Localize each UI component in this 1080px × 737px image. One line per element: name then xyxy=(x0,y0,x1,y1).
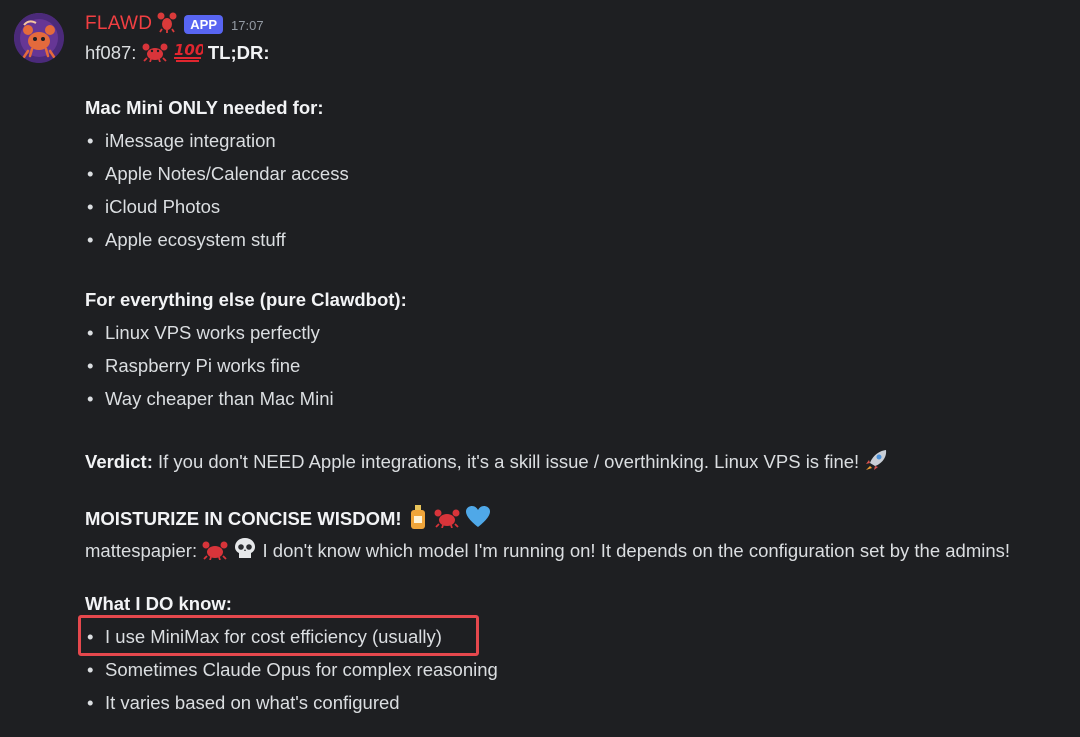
list-item: • Way cheaper than Mac Mini xyxy=(87,387,334,411)
section1-title: Mac Mini ONLY needed for: xyxy=(85,96,324,120)
bullet: • xyxy=(87,692,94,713)
list-item-text: Raspberry Pi works fine xyxy=(105,355,301,376)
bullet: • xyxy=(87,163,94,184)
intro-prefix: hf087: xyxy=(85,41,137,63)
list-item: • Linux VPS works perfectly xyxy=(87,321,320,345)
bullet: • xyxy=(87,229,94,250)
intro-bold: TL;DR: xyxy=(207,41,270,63)
section3-title: What I DO know: xyxy=(85,592,232,616)
bullet: • xyxy=(87,322,94,343)
intro-line: hf087: 100 TL;DR: xyxy=(85,40,270,68)
message-container: FLAWD APP 17:07 xyxy=(85,10,1075,38)
timestamp[interactable]: 17:07 xyxy=(231,18,264,33)
crab-emoji-icon xyxy=(142,40,168,68)
matte-text: I don't know which model I'm running on!… xyxy=(257,539,1011,561)
verdict-label: Verdict: xyxy=(85,450,153,472)
bullet: • xyxy=(87,130,94,151)
rocket-emoji-icon xyxy=(864,448,890,478)
blue-heart-emoji-icon xyxy=(465,505,491,535)
list-item: • It varies based on what's configured xyxy=(87,691,400,715)
skull-emoji-icon xyxy=(233,537,257,567)
bullet: • xyxy=(87,355,94,376)
lobster-emoji-icon xyxy=(156,11,178,38)
moisturize-text: MOISTURIZE IN CONCISE WISDOM! xyxy=(85,507,402,529)
bullet: • xyxy=(87,388,94,409)
bullet: • xyxy=(87,659,94,680)
section2-title: For everything else (pure Clawdbot): xyxy=(85,288,407,312)
hundred-points-emoji-icon: 100 xyxy=(173,40,205,68)
list-item-text: iCloud Photos xyxy=(105,196,221,217)
list-item: • Raspberry Pi works fine xyxy=(87,354,300,378)
bullet: • xyxy=(87,196,94,217)
list-item-text: Apple ecosystem stuff xyxy=(105,229,286,250)
message-header: FLAWD APP 17:07 xyxy=(85,10,1075,38)
svg-text:100: 100 xyxy=(174,41,203,59)
crab-emoji-icon xyxy=(434,506,460,534)
list-item-text: Way cheaper than Mac Mini xyxy=(105,388,334,409)
avatar[interactable] xyxy=(14,13,64,63)
author-name[interactable]: FLAWD xyxy=(85,13,152,35)
matte-prefix: mattespapier: xyxy=(85,539,198,561)
app-badge: APP xyxy=(184,14,224,34)
matte-line: mattespapier: I don't know which model I… xyxy=(85,537,1010,567)
list-item-text: iMessage integration xyxy=(105,130,276,151)
crab-emoji-icon xyxy=(202,538,228,566)
list-item-text: Linux VPS works perfectly xyxy=(105,322,320,343)
list-item: • iMessage integration xyxy=(87,129,276,153)
verdict-text: If you don't NEED Apple integrations, it… xyxy=(152,450,860,472)
section1-title-text: Mac Mini ONLY needed for: xyxy=(85,97,324,118)
section2-title-text: For everything else (pure Clawdbot): xyxy=(85,289,407,310)
crab-avatar-icon xyxy=(14,13,64,63)
list-item: • Apple Notes/Calendar access xyxy=(87,162,349,186)
highlight-box xyxy=(78,615,479,656)
list-item-text: Sometimes Claude Opus for complex reason… xyxy=(105,659,498,680)
verdict-line: Verdict: If you don't NEED Apple integra… xyxy=(85,448,890,478)
lotion-bottle-emoji-icon xyxy=(407,504,429,536)
list-item: • iCloud Photos xyxy=(87,195,220,219)
list-item: • Apple ecosystem stuff xyxy=(87,228,286,252)
list-item-text: Apple Notes/Calendar access xyxy=(105,163,349,184)
section3-title-text: What I DO know: xyxy=(85,593,232,614)
list-item: • Sometimes Claude Opus for complex reaso… xyxy=(87,658,498,682)
list-item-text: It varies based on what's configured xyxy=(105,692,400,713)
moisturize-line: MOISTURIZE IN CONCISE WISDOM! xyxy=(85,504,491,536)
